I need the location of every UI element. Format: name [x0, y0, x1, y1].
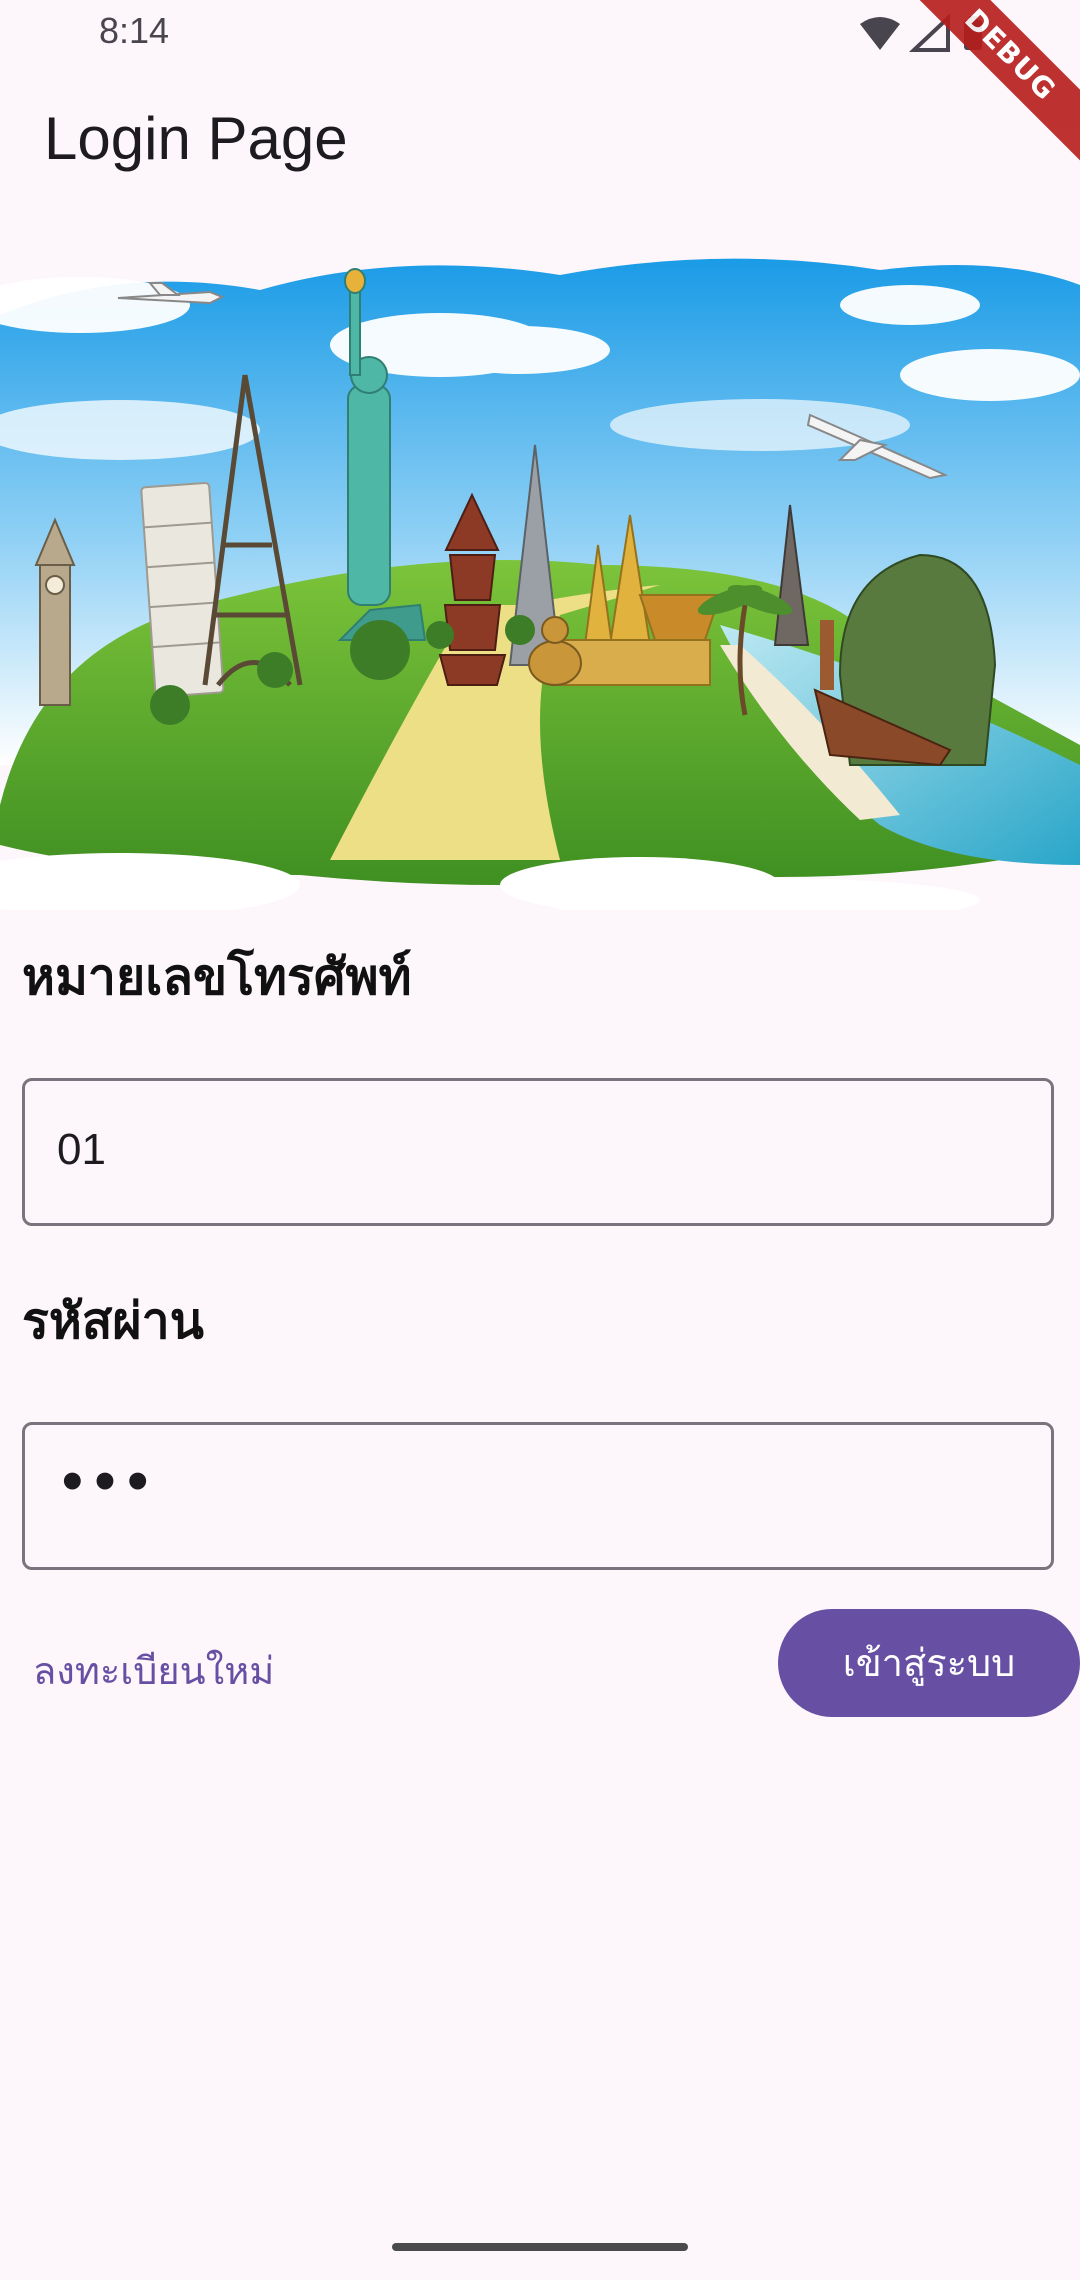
- status-time: 8:14: [99, 10, 170, 51]
- page-title: Login Page: [44, 105, 348, 172]
- home-indicator[interactable]: [392, 2243, 688, 2251]
- wifi-icon: [860, 17, 900, 50]
- phone-label: หมายเลขโทรศัพท์: [22, 948, 412, 1006]
- phone-input-value: 01: [57, 1125, 106, 1174]
- password-label: รหัสผ่าน: [22, 1292, 204, 1350]
- password-input[interactable]: •••: [22, 1422, 1054, 1570]
- password-input-value: •••: [57, 1455, 156, 1511]
- status-bar: 8:14: [0, 0, 1080, 68]
- phone-input[interactable]: 01: [22, 1078, 1054, 1226]
- register-link[interactable]: ลงทะเบียนใหม่: [33, 1640, 274, 1701]
- travel-landmarks-image: [0, 258, 1080, 910]
- login-button[interactable]: เข้าสู่ระบบ: [778, 1609, 1080, 1717]
